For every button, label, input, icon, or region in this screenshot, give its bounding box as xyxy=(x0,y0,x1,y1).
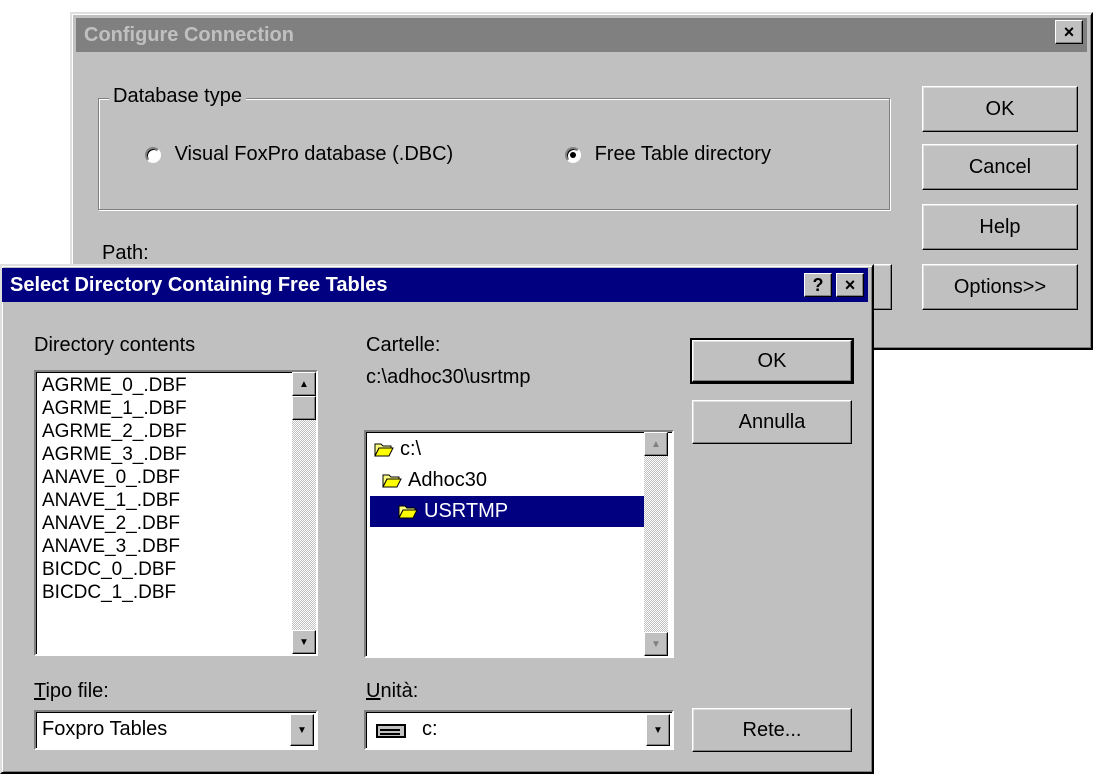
close-icon: × xyxy=(1063,22,1075,42)
drive-select[interactable]: c: ▼ xyxy=(364,710,674,750)
annulla-label: Annulla xyxy=(738,410,806,433)
ok-label: OK xyxy=(985,97,1015,120)
file-list-item[interactable]: ANAVE_0_.DBF xyxy=(36,466,290,489)
folder-open-icon xyxy=(398,505,418,519)
drive-label-rest: nità: xyxy=(380,680,419,702)
chevron-down-icon: ▼ xyxy=(297,724,307,736)
scroll-down-button[interactable]: ▼ xyxy=(292,630,316,654)
annulla-button[interactable]: Annulla xyxy=(692,400,852,444)
file-list-item[interactable]: ANAVE_3_.DBF xyxy=(36,535,290,558)
options-label: Options>> xyxy=(953,275,1047,298)
folder-open-icon xyxy=(374,443,394,457)
select-dir-help-button[interactable]: ? xyxy=(804,273,832,297)
file-list-item[interactable]: AGRME_2_.DBF xyxy=(36,420,290,443)
file-list[interactable]: AGRME_0_.DBF AGRME_1_.DBF AGRME_2_.DBF AGRM… xyxy=(34,370,318,656)
folder-item[interactable]: c:\ xyxy=(366,434,646,465)
file-type-select[interactable]: Foxpro Tables ▼ xyxy=(34,710,318,750)
file-type-label-rest: ipo file: xyxy=(45,680,109,702)
file-list-item[interactable]: BICDC_0_.DBF xyxy=(36,558,290,581)
scroll-up-button[interactable]: ▲ xyxy=(292,372,316,396)
chevron-down-icon: ▼ xyxy=(653,724,663,736)
path-label: Path: xyxy=(102,242,149,264)
directory-contents-label: Directory contents xyxy=(34,334,196,356)
configure-help-button[interactable]: Help xyxy=(922,204,1078,250)
folders-label: Cartelle: xyxy=(366,334,441,356)
drive-label: Unità: xyxy=(366,680,418,703)
folder-items: c:\ Adhoc30 USRTMP xyxy=(366,434,646,527)
file-type-value: Foxpro Tables xyxy=(42,718,168,740)
help-label: Help xyxy=(979,215,1021,238)
folder-item[interactable]: USRTMP xyxy=(370,496,646,527)
select-dir-ok-button[interactable]: OK xyxy=(690,338,854,384)
database-type-group: Database type Visual FoxPro database (.D… xyxy=(98,85,890,210)
ok-label: OK xyxy=(757,349,787,372)
scroll-thumb[interactable] xyxy=(292,396,316,420)
rete-label: Rete... xyxy=(742,718,802,741)
mnemonic-t: T xyxy=(34,680,46,702)
radio-visual-foxpro-dbc[interactable]: Visual FoxPro database (.DBC) xyxy=(145,143,453,166)
select-dir-title-bar[interactable]: Select Directory Containing Free Tables xyxy=(2,268,868,302)
configure-title: Configure Connection xyxy=(84,23,294,46)
radio-dbc-label: Visual FoxPro database (.DBC) xyxy=(174,143,454,165)
folder-list-scrollbar[interactable]: ▲ ▼ xyxy=(644,432,668,656)
drive-value: c: xyxy=(422,718,438,740)
file-type-label: Tipo file: xyxy=(34,680,109,703)
file-list-item[interactable]: AGRME_1_.DBF xyxy=(36,397,290,420)
folder-open-icon xyxy=(382,474,402,488)
configure-cancel-button[interactable]: Cancel xyxy=(922,144,1078,190)
radio-free-table-directory[interactable]: Free Table directory xyxy=(565,143,771,166)
database-type-label: Database type xyxy=(109,85,246,108)
configure-options-button[interactable]: Options>> xyxy=(922,264,1078,310)
file-list-item[interactable]: AGRME_3_.DBF xyxy=(36,443,290,466)
mnemonic-u: U xyxy=(366,680,381,702)
select-dir-close-button[interactable]: × xyxy=(836,273,864,297)
radio-free-indicator[interactable] xyxy=(565,146,581,163)
file-list-scrollbar[interactable]: ▲ ▼ xyxy=(292,372,316,654)
arrow-down-icon: ▼ xyxy=(299,636,309,648)
arrow-up-icon: ▲ xyxy=(651,438,661,450)
arrow-down-icon: ▼ xyxy=(651,638,661,650)
drive-dropdown-button[interactable]: ▼ xyxy=(646,714,670,746)
file-type-dropdown-button[interactable]: ▼ xyxy=(290,714,314,746)
configure-title-bar[interactable]: Configure Connection xyxy=(76,18,1087,52)
folder-item[interactable]: Adhoc30 xyxy=(366,465,646,496)
configure-close-button[interactable]: × xyxy=(1055,20,1083,44)
folder-label: Adhoc30 xyxy=(408,469,487,491)
folder-list[interactable]: c:\ Adhoc30 USRTMP ▲ ▼ xyxy=(364,430,674,658)
current-path: c:\adhoc30\usrtmp xyxy=(366,366,531,388)
radio-free-label: Free Table directory xyxy=(594,143,771,165)
file-list-item[interactable]: ANAVE_1_.DBF xyxy=(36,489,290,512)
folder-label: c:\ xyxy=(400,438,422,460)
cancel-label: Cancel xyxy=(968,155,1032,178)
select-directory-dialog: Select Directory Containing Free Tables … xyxy=(0,264,874,774)
question-icon: ? xyxy=(812,275,824,295)
radio-dbc-indicator[interactable] xyxy=(145,146,161,163)
file-list-item[interactable]: BICDC_1_.DBF xyxy=(36,581,290,604)
configure-ok-button[interactable]: OK xyxy=(922,86,1078,132)
rete-button[interactable]: Rete... xyxy=(692,708,852,752)
close-icon: × xyxy=(844,275,856,295)
file-items: AGRME_0_.DBF AGRME_1_.DBF AGRME_2_.DBF AGRM… xyxy=(36,374,290,604)
folder-label: USRTMP xyxy=(424,500,509,522)
file-list-item[interactable]: ANAVE_2_.DBF xyxy=(36,512,290,535)
scroll-up-button[interactable]: ▲ xyxy=(644,432,668,456)
drive-icon xyxy=(376,722,406,745)
arrow-up-icon: ▲ xyxy=(299,378,309,390)
scroll-down-button[interactable]: ▼ xyxy=(644,632,668,656)
file-list-item[interactable]: AGRME_0_.DBF xyxy=(36,374,290,397)
select-dir-title: Select Directory Containing Free Tables xyxy=(10,273,388,296)
